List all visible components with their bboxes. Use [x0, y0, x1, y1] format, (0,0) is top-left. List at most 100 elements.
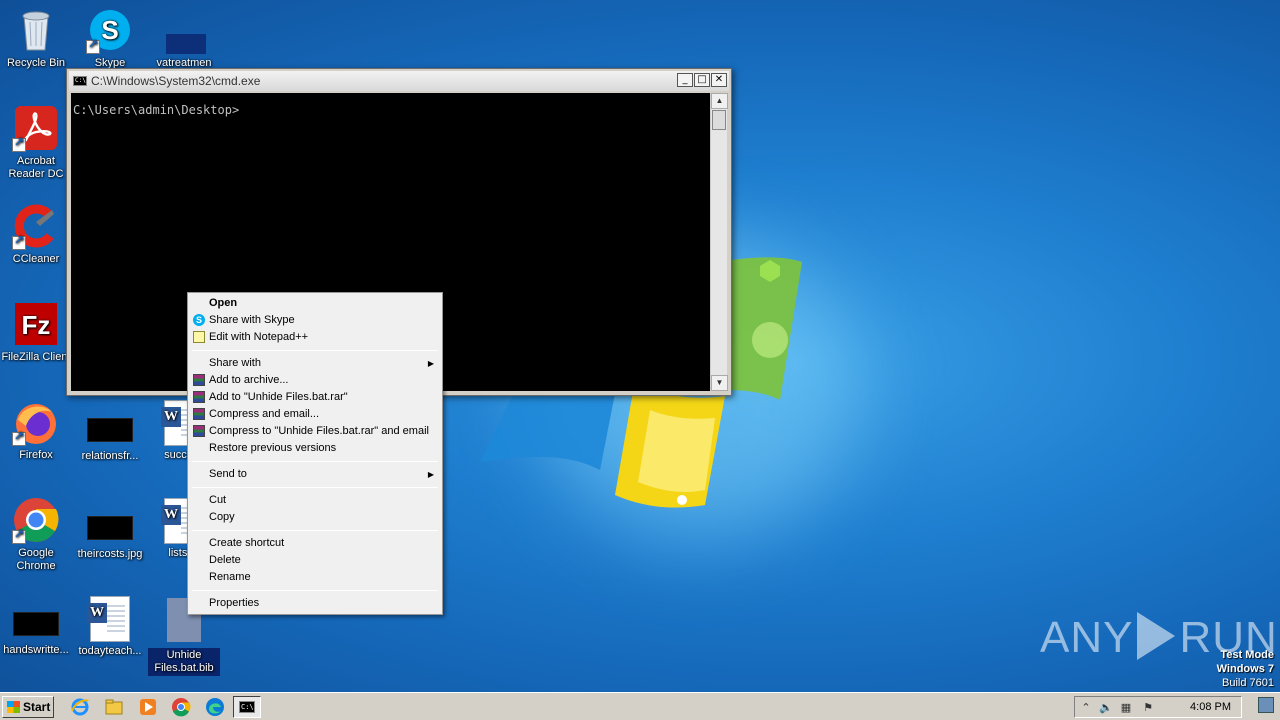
menu-separator: [192, 461, 438, 462]
desktop-icon-theircosts[interactable]: theircosts.jpg: [72, 498, 148, 561]
desktop-icon-firefox[interactable]: Firefox: [0, 398, 74, 462]
desktop-icon-handswritte[interactable]: handswritte...: [0, 594, 74, 657]
desktop-icon-todayteach[interactable]: todayteach...: [72, 596, 148, 658]
menu-separator: [192, 530, 438, 531]
menu-item-compress-email[interactable]: Compress and email...: [190, 406, 440, 423]
show-desktop-icon[interactable]: [1258, 697, 1274, 713]
image-thumbnail: [87, 516, 133, 540]
desktop-icon-acrobat[interactable]: Acrobat Reader DC: [0, 104, 74, 181]
taskbar: Start C:\ ⌃ 🔈 ▦ ⚑ 4:08 PM: [0, 692, 1280, 720]
menu-item-copy[interactable]: Copy: [190, 509, 440, 526]
maximize-button[interactable]: □: [694, 73, 710, 87]
menu-separator: [192, 350, 438, 351]
desktop-icon-chrome[interactable]: Google Chrome: [0, 496, 74, 573]
menu-separator: [192, 487, 438, 488]
play-icon: [1137, 612, 1176, 660]
clock[interactable]: 4:08 PM: [1190, 701, 1231, 713]
menu-item-open[interactable]: Open: [190, 295, 440, 312]
cmd-icon: C:\: [73, 76, 87, 86]
desktop-icon-label: Google Chrome: [16, 547, 56, 572]
filezilla-icon: Fz: [12, 300, 60, 348]
os-text: Windows 7: [1216, 663, 1274, 675]
start-label: Start: [23, 700, 51, 714]
menu-item-label: Restore previous versions: [209, 442, 337, 454]
watermark-brand-left: ANY: [1040, 613, 1134, 662]
cmd-titlebar[interactable]: C:\ C:\Windows\System32\cmd.exe _ □ ✕: [69, 71, 729, 91]
menu-item-label: Share with: [209, 357, 261, 369]
menu-item-share-with-skype[interactable]: S Share with Skype: [190, 312, 440, 329]
cmd-prompt: C:\Users\admin\Desktop>: [73, 103, 240, 117]
desktop-icon-vatreatmen[interactable]: vatreatmen: [146, 6, 222, 70]
menu-item-compress-rar-email[interactable]: Compress to "Unhide Files.bat.rar" and e…: [190, 423, 440, 440]
menu-item-share-with[interactable]: Share with ▶: [190, 355, 440, 372]
acrobat-icon: [12, 104, 60, 152]
menu-item-edit-notepadpp[interactable]: Edit with Notepad++: [190, 329, 440, 346]
edge-icon[interactable]: [205, 697, 225, 717]
winrar-icon: [193, 391, 205, 403]
menu-item-delete[interactable]: Delete: [190, 552, 440, 569]
desktop-icon-filezilla[interactable]: Fz FileZilla Client: [0, 300, 74, 364]
menu-item-label: Rename: [209, 571, 251, 583]
menu-item-add-to-rar[interactable]: Add to "Unhide Files.bat.rar": [190, 389, 440, 406]
menu-item-cut[interactable]: Cut: [190, 492, 440, 509]
shortcut-arrow-icon: [12, 528, 26, 544]
menu-item-add-to-archive[interactable]: Add to archive...: [190, 372, 440, 389]
close-button[interactable]: ✕: [711, 73, 727, 87]
desktop-icon-label: Recycle Bin: [6, 57, 66, 69]
desktop-icon-label: relationsfr...: [81, 450, 139, 462]
menu-item-label: Compress and email...: [209, 408, 320, 420]
shortcut-arrow-icon: [12, 430, 26, 446]
word-document-icon: [87, 596, 130, 642]
desktop-icon-ccleaner[interactable]: CCleaner: [0, 202, 74, 266]
menu-item-label: Compress to "Unhide Files.bat.rar" and e…: [209, 425, 429, 437]
cmd-scrollbar[interactable]: ▲ ▼: [710, 93, 728, 391]
explorer-icon[interactable]: [104, 697, 124, 717]
winrar-icon: [193, 408, 205, 420]
image-thumbnail: [87, 418, 133, 442]
desktop-icon-recycle-bin[interactable]: Recycle Bin: [0, 6, 74, 70]
scroll-up-icon[interactable]: ▲: [711, 93, 728, 109]
menu-item-properties[interactable]: Properties: [190, 595, 440, 612]
chrome-icon[interactable]: [171, 697, 191, 717]
winrar-icon: [193, 425, 205, 437]
menu-item-rename[interactable]: Rename: [190, 569, 440, 586]
desktop-icon-skype[interactable]: S Skype: [72, 6, 148, 70]
shortcut-arrow-icon: [12, 234, 26, 250]
menu-item-label: Add to "Unhide Files.bat.rar": [209, 391, 348, 403]
menu-item-restore-versions[interactable]: Restore previous versions: [190, 440, 440, 457]
submenu-arrow-icon: ▶: [427, 470, 434, 479]
shortcut-arrow-icon: [86, 38, 100, 54]
show-hidden-icons-icon[interactable]: ⌃: [1079, 701, 1093, 715]
scroll-down-icon[interactable]: ▼: [711, 375, 728, 391]
image-thumbnail: [13, 612, 59, 636]
test-mode-text: Test Mode: [1220, 649, 1274, 661]
winrar-icon: [193, 374, 205, 386]
desktop-icon-label: FileZilla Client: [1, 351, 71, 363]
skype-icon: S: [193, 314, 205, 326]
notepadpp-icon: [193, 331, 205, 343]
skype-icon: S: [86, 6, 134, 54]
desktop-icon-label: todayteach...: [78, 645, 142, 657]
network-icon[interactable]: ▦: [1119, 701, 1133, 715]
windows-flag-icon: [7, 701, 20, 713]
chrome-icon: [12, 496, 60, 544]
firefox-icon: [12, 398, 60, 446]
desktop-icon-label: CCleaner: [12, 253, 60, 265]
menu-item-label: Cut: [209, 494, 227, 506]
system-tray: ⌃ 🔈 ▦ ⚑ 4:08 PM: [1074, 696, 1242, 718]
scroll-thumb[interactable]: [712, 110, 726, 130]
menu-item-label: Properties: [209, 597, 260, 609]
volume-icon[interactable]: 🔈: [1099, 701, 1113, 715]
ie-icon[interactable]: [70, 697, 90, 717]
cmd-taskbar-icon[interactable]: C:\: [233, 696, 261, 718]
menu-item-send-to[interactable]: Send to ▶: [190, 466, 440, 483]
menu-item-create-shortcut[interactable]: Create shortcut: [190, 535, 440, 552]
media-player-icon[interactable]: [138, 697, 158, 717]
desktop-icon-relationsfr[interactable]: relationsfr...: [72, 400, 148, 463]
cmd-title: C:\Windows\System32\cmd.exe: [91, 74, 261, 88]
minimize-button[interactable]: _: [677, 73, 693, 87]
menu-separator: [192, 590, 438, 591]
menu-item-label: Share with Skype: [209, 314, 295, 326]
start-button[interactable]: Start: [2, 696, 54, 718]
action-center-flag-icon[interactable]: ⚑: [1141, 701, 1155, 715]
